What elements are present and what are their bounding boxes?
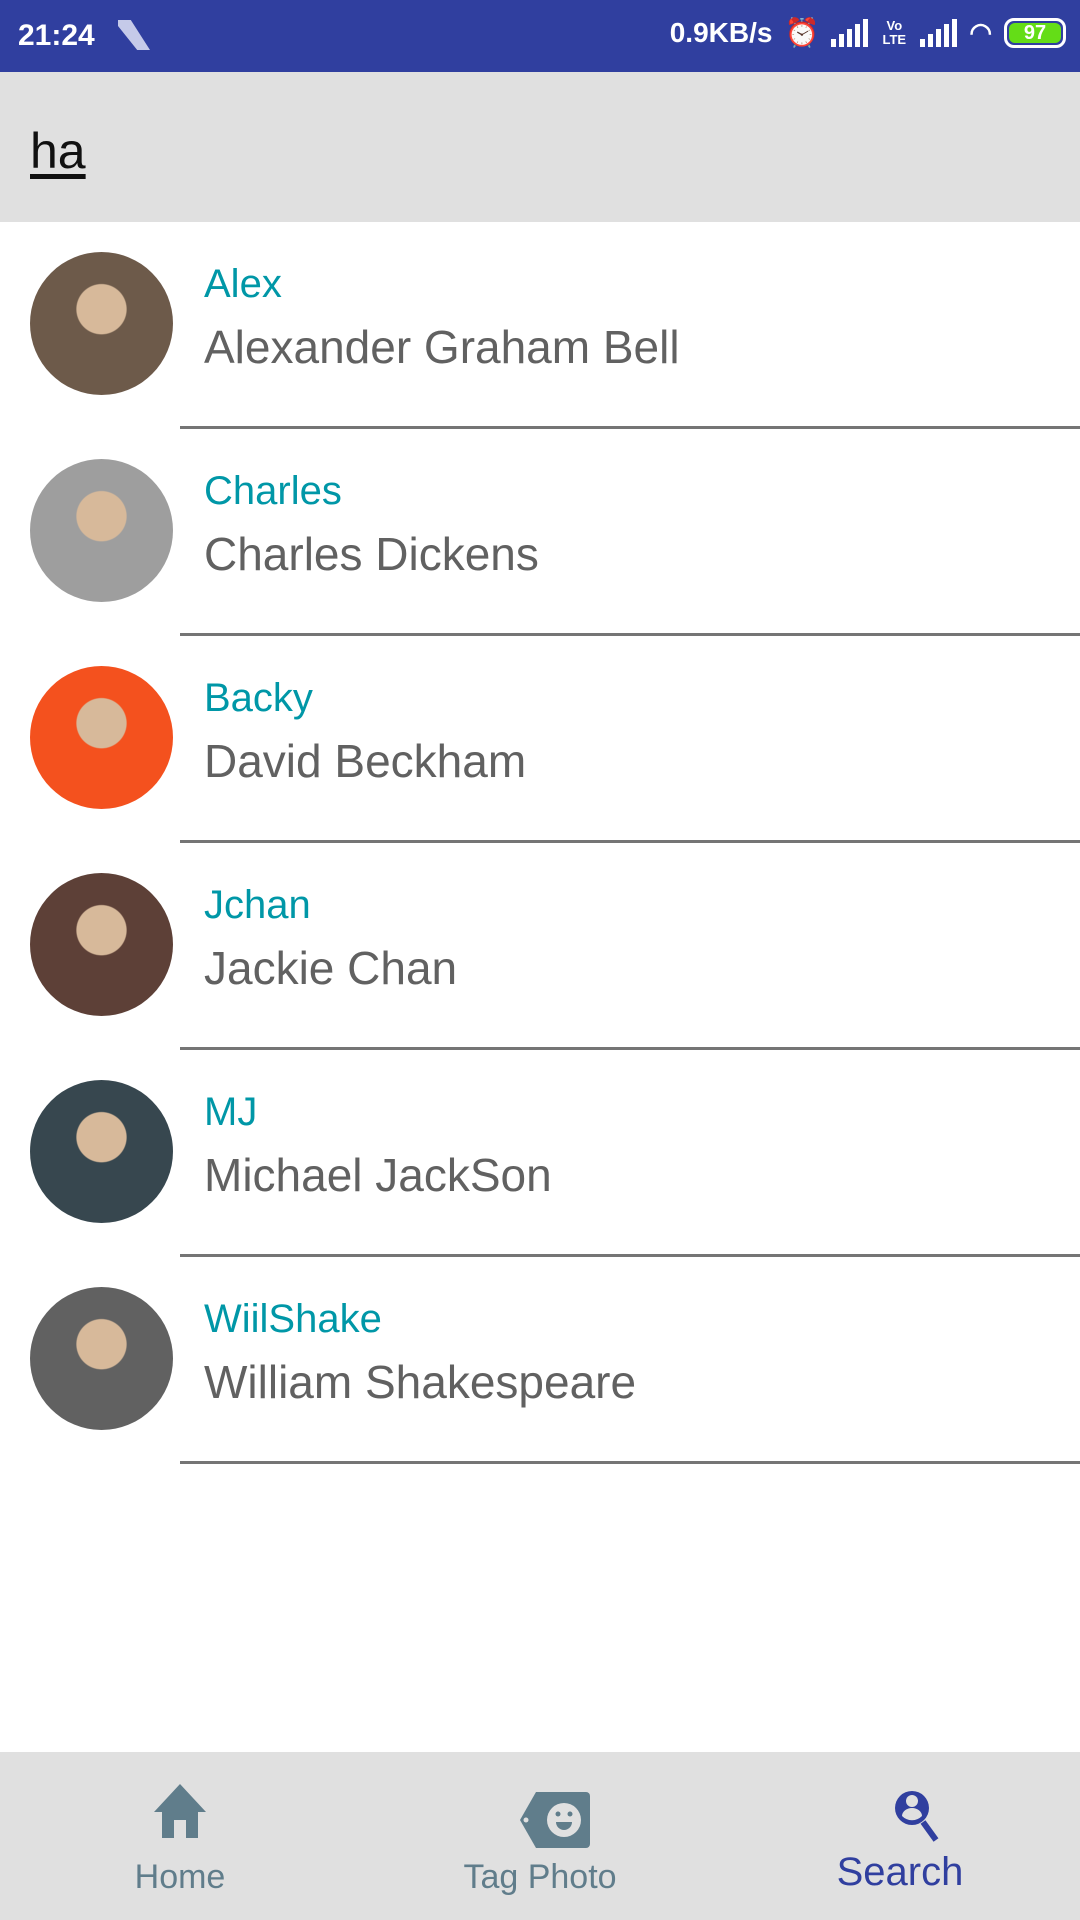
nickname: Alex — [204, 262, 282, 306]
clock: 21:24 — [18, 19, 95, 52]
nav-search-label: Search — [836, 1850, 964, 1894]
list-item[interactable]: Alex Alexander Graham Bell — [0, 222, 1080, 429]
avatar — [30, 459, 173, 602]
signal-icon — [831, 18, 869, 47]
full-name: David Beckham — [204, 735, 527, 787]
divider — [180, 1461, 1080, 1464]
nav-tag-photo-label: Tag Photo — [463, 1858, 617, 1896]
list-item[interactable]: MJ Michael JackSon — [0, 1050, 1080, 1257]
nav-home-label: Home — [134, 1858, 226, 1896]
wifi-icon: ◠ — [969, 17, 992, 47]
volte-icon: Vo LTE — [882, 17, 907, 47]
alarm-icon: ⏰ — [784, 17, 820, 48]
full-name: Charles Dickens — [204, 528, 539, 580]
nav-tag-photo[interactable]: Tag Photo — [360, 1752, 720, 1920]
nav-search[interactable]: Search — [720, 1752, 1080, 1920]
avatar — [30, 873, 173, 1016]
battery-level: 97 — [1009, 22, 1061, 43]
avatar — [30, 252, 173, 395]
nickname: Backy — [204, 676, 313, 720]
signal-icon-2 — [920, 18, 958, 47]
avatar — [30, 1080, 173, 1223]
avatar — [30, 1287, 173, 1430]
nickname: Jchan — [204, 883, 311, 927]
results-list: Alex Alexander Graham Bell Charles Charl… — [0, 222, 1080, 1464]
nickname: WiilShake — [204, 1297, 382, 1341]
bottom-navigation: Home Tag Photo Search — [0, 1752, 1080, 1920]
full-name: William Shakespeare — [204, 1356, 637, 1408]
search-bar: ha — [0, 72, 1080, 222]
nav-home[interactable]: Home — [0, 1752, 360, 1920]
battery-icon: 97 — [1004, 17, 1066, 48]
home-icon — [154, 1784, 206, 1838]
status-bar: 21:24 0.9KB/s ⏰ Vo LTE ◠ 97 — [0, 0, 1080, 72]
network-speed: 0.9KB/s — [669, 16, 773, 48]
nickname: Charles — [204, 469, 342, 513]
list-item[interactable]: Backy David Beckham — [0, 636, 1080, 843]
notification-n-icon — [118, 20, 150, 50]
list-item[interactable]: Charles Charles Dickens — [0, 429, 1080, 636]
search-input[interactable]: ha — [30, 122, 86, 180]
nickname: MJ — [204, 1090, 258, 1134]
list-item[interactable]: WiilShake William Shakespeare — [0, 1257, 1080, 1464]
list-item[interactable]: Jchan Jackie Chan — [0, 843, 1080, 1050]
full-name: Michael JackSon — [204, 1149, 552, 1201]
full-name: Alexander Graham Bell — [204, 321, 680, 373]
full-name: Jackie Chan — [204, 942, 458, 994]
avatar — [30, 666, 173, 809]
person-search-icon — [895, 1791, 939, 1842]
tag-face-icon — [520, 1792, 591, 1848]
